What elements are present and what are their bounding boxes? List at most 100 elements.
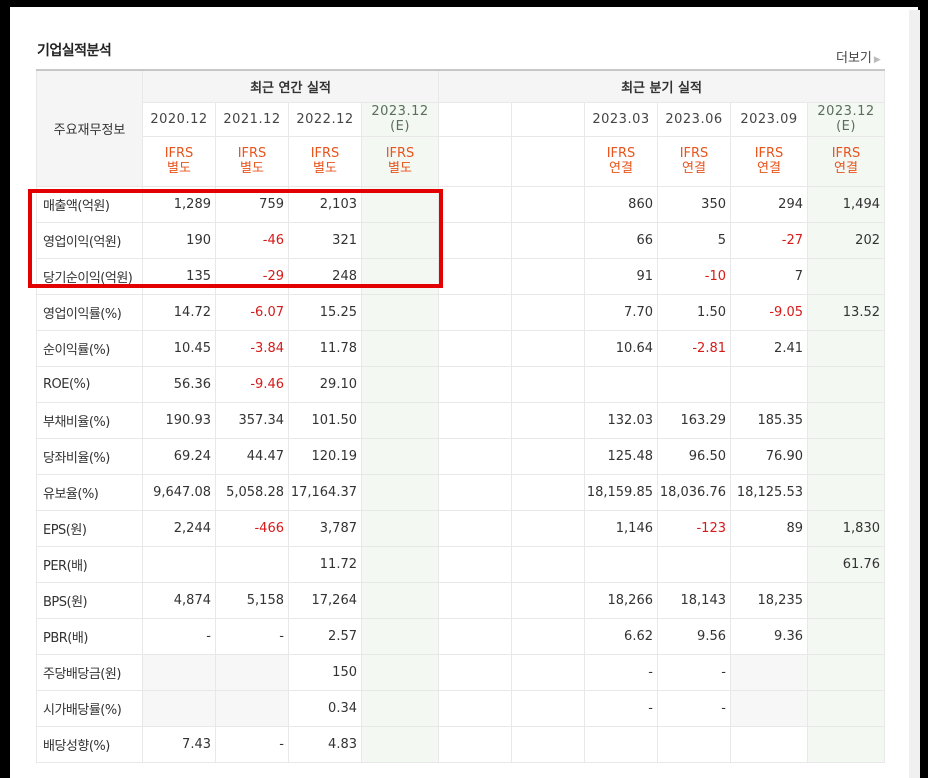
row-label: PBR(배) — [36, 617, 143, 655]
table-cell: 132.03 — [584, 401, 658, 439]
table-cell — [730, 689, 808, 727]
table-cell — [361, 437, 439, 475]
table-cell: 7.70 — [584, 293, 658, 331]
period-header: 2022.12 — [288, 101, 362, 137]
table-cell — [215, 545, 289, 583]
table-cell: 190.93 — [142, 401, 216, 439]
table-cell: 96.50 — [657, 437, 731, 475]
table-cell — [730, 545, 808, 583]
table-cell: 163.29 — [657, 401, 731, 439]
table-cell — [807, 617, 885, 655]
row-label: 당기순이익(억원) — [36, 257, 143, 295]
table-cell — [511, 401, 585, 439]
table-cell: 18,036.76 — [657, 473, 731, 511]
table-cell — [361, 653, 439, 691]
table-row: ROE(%) 56.36 -9.46 29.10 — [36, 365, 885, 403]
standard-label: IFRS — [679, 146, 709, 161]
table-cell: -29 — [215, 257, 289, 295]
table-cell — [807, 653, 885, 691]
standard-label: IFRS — [164, 146, 194, 161]
table-row: 매출액(억원) 1,289 759 2,103 860 350 294 1,494 — [36, 185, 885, 223]
table-cell — [584, 725, 658, 763]
table-cell: 61.76 — [807, 545, 885, 583]
row-label: EPS(원) — [36, 509, 143, 547]
table-cell: 150 — [288, 653, 362, 691]
estimate-mark: (E) — [836, 119, 856, 134]
table-cell — [361, 545, 439, 583]
table-cell — [584, 545, 658, 583]
table-cell — [511, 293, 585, 331]
table-cell — [142, 689, 216, 727]
table-cell: - — [584, 689, 658, 727]
period-header: 2020.12 — [142, 101, 216, 137]
table-row: 시가배당률(%) 0.34 - - — [36, 689, 885, 727]
table-cell: 321 — [288, 221, 362, 259]
financial-summary-panel: 기업실적분석 더보기 ▶ 주요재무정보 최근 연간 실적 최근 분기 실적 202… — [10, 7, 918, 778]
table-cell: 0.34 — [288, 689, 362, 727]
table-cell: 10.45 — [142, 329, 216, 367]
period-header: 2021.12 — [215, 101, 289, 137]
period-label: 2023.09 — [740, 111, 798, 127]
table-cell: 4,874 — [142, 581, 216, 619]
table-cell — [730, 653, 808, 691]
table-cell — [438, 257, 512, 295]
period-label: 2021.12 — [223, 111, 281, 127]
table-cell: 1,830 — [807, 509, 885, 547]
table-cell: 18,266 — [584, 581, 658, 619]
table-cell — [361, 725, 439, 763]
table-cell — [438, 185, 512, 223]
table-cell: 1,289 — [142, 185, 216, 223]
table-row: EPS(원) 2,244 -466 3,787 1,146 -123 89 1,830 — [36, 509, 885, 547]
table-cell — [511, 257, 585, 295]
table-cell — [438, 401, 512, 439]
table-cell: -46 — [215, 221, 289, 259]
table-cell: -2.81 — [657, 329, 731, 367]
table-cell — [361, 401, 439, 439]
table-cell: 294 — [730, 185, 808, 223]
table-cell — [438, 617, 512, 655]
table-cell: 120.19 — [288, 437, 362, 475]
table-row: BPS(원) 4,874 5,158 17,264 18,266 18,143 18,235 — [36, 581, 885, 619]
estimate-mark: (E) — [390, 119, 410, 134]
period-header — [511, 101, 585, 137]
row-label: 배당성향(%) — [36, 725, 143, 763]
table-cell — [438, 293, 512, 331]
table-cell: 14.72 — [142, 293, 216, 331]
scrollbar[interactable] — [909, 10, 920, 778]
table-cell: 17,164.37 — [288, 473, 362, 511]
row-label: 순이익률(%) — [36, 329, 143, 367]
table-cell: 18,159.85 — [584, 473, 658, 511]
row-label: 당좌비율(%) — [36, 437, 143, 475]
table-cell: 1,494 — [807, 185, 885, 223]
table-cell: 125.48 — [584, 437, 658, 475]
table-cell: -3.84 — [215, 329, 289, 367]
annual-title: 최근 연간 실적 — [142, 69, 439, 103]
table-cell: 135 — [142, 257, 216, 295]
row-label: ROE(%) — [36, 365, 143, 403]
table-cell: 2,103 — [288, 185, 362, 223]
table-cell — [438, 437, 512, 475]
basis-label: 연결 — [609, 161, 633, 176]
basis-label: 연결 — [682, 161, 706, 176]
table-row: 주당배당금(원) 150 - - — [36, 653, 885, 691]
accounting-standard: IFRS 별도 — [215, 135, 289, 187]
table-cell — [511, 545, 585, 583]
basis-label: 별도 — [388, 161, 412, 176]
table-cell — [215, 653, 289, 691]
period-header: 2023.12 (E) — [807, 101, 885, 137]
table-cell: 4.83 — [288, 725, 362, 763]
table-cell: 2.41 — [730, 329, 808, 367]
table-cell: -466 — [215, 509, 289, 547]
table-cell — [657, 725, 731, 763]
basis-label: 별도 — [240, 161, 264, 176]
table-cell — [730, 725, 808, 763]
accounting-standard: IFRS 연결 — [730, 135, 808, 187]
table-cell: 6.62 — [584, 617, 658, 655]
more-link[interactable]: 더보기 ▶ — [836, 47, 881, 66]
period-header: 2023.06 — [657, 101, 731, 137]
table-cell — [361, 185, 439, 223]
table-cell: 15.25 — [288, 293, 362, 331]
table-row: 부채비율(%) 190.93 357.34 101.50 132.03 163.29 185… — [36, 401, 885, 439]
table-cell: 9,647.08 — [142, 473, 216, 511]
table-cell — [361, 329, 439, 367]
